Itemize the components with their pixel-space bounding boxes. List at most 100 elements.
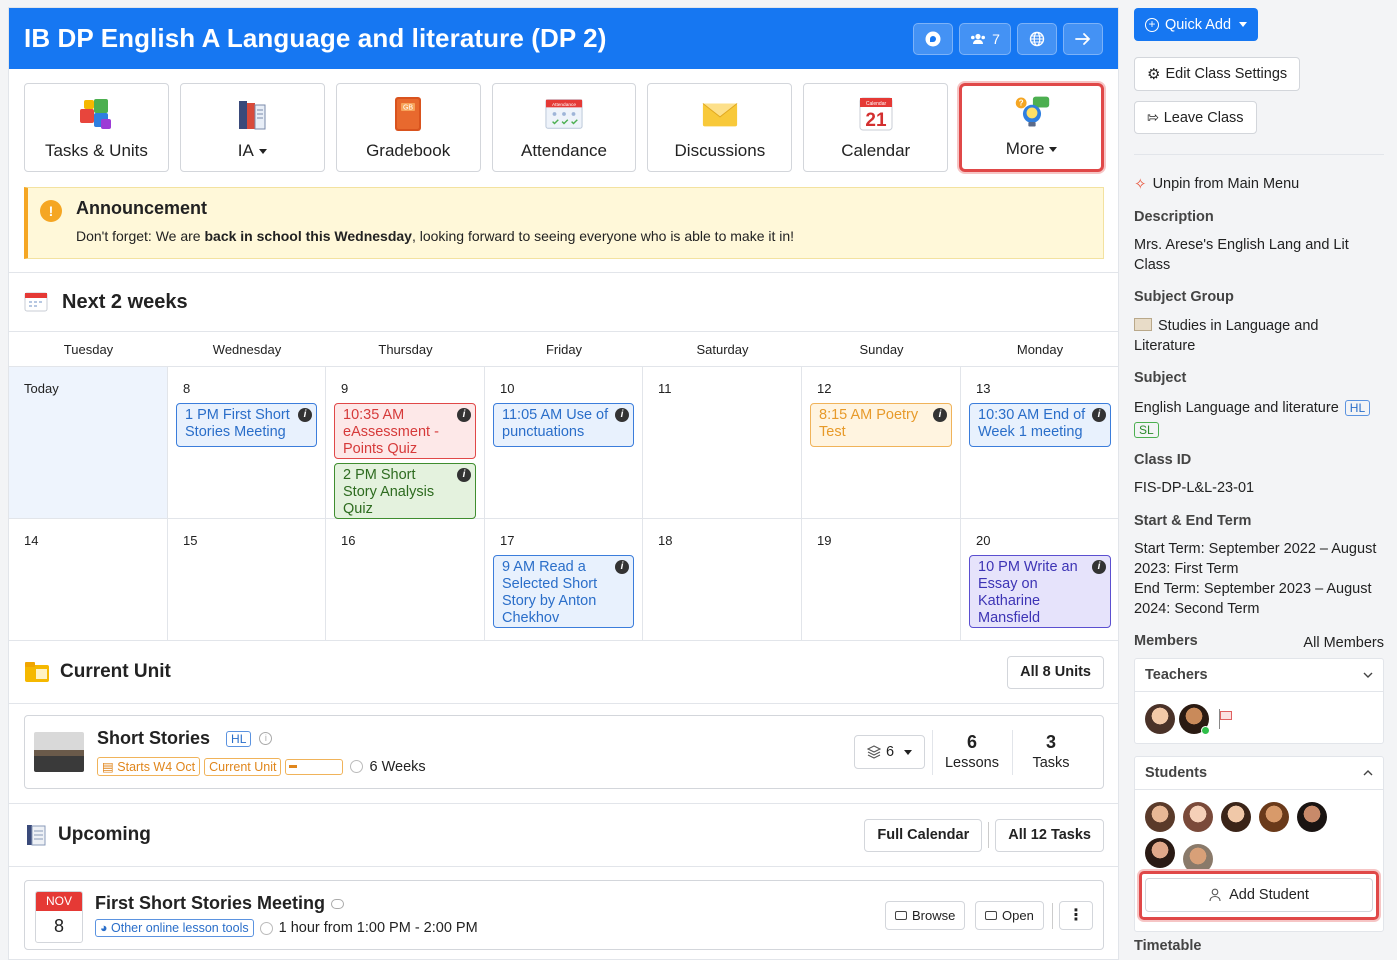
calendar-day-cell[interactable]: Today — [9, 367, 168, 519]
chat-button[interactable] — [913, 22, 953, 55]
subject-group-value: Studies in Language and Literature — [1134, 318, 1319, 354]
student-avatar[interactable] — [1183, 802, 1214, 832]
calendar-event[interactable]: 9 AM Read a Selected Short Story by Anto… — [493, 555, 634, 628]
tile-label: Calendar — [841, 141, 911, 160]
unit-name: Short Stories — [97, 728, 211, 748]
info-icon[interactable]: i — [1092, 560, 1106, 574]
calendar-small-icon — [24, 292, 48, 312]
calendar-event[interactable]: 10 PM Write an Essay on Katharine Mansfi… — [969, 555, 1111, 628]
globe-button[interactable] — [1017, 22, 1057, 55]
next-weeks-heading: Next 2 weeks — [9, 273, 1118, 331]
quick-add-button[interactable]: + Quick Add — [1134, 8, 1258, 41]
info-icon[interactable]: i — [298, 408, 312, 422]
upcoming-item-time: 1 hour from 1:00 PM - 2:00 PM — [278, 920, 478, 936]
upcoming-item[interactable]: NOV 8 First Short Stories Meeting ◕ Othe… — [24, 880, 1104, 950]
student-avatar[interactable] — [1145, 838, 1175, 868]
student-avatar[interactable] — [1183, 844, 1214, 874]
calendar-event[interactable]: 10:35 AM eAssessment - Points Quiz i — [334, 403, 476, 459]
class-id-value: FIS-DP-L&L-23-01 — [1134, 480, 1255, 496]
all-members-link[interactable]: All Members — [1303, 635, 1384, 651]
comment-icon — [331, 898, 345, 909]
upcoming-item-title: First Short Stories Meeting — [95, 893, 326, 913]
calendar-day-cell[interactable]: 14 — [9, 519, 168, 641]
attendance-badge: Attendance — [552, 102, 576, 108]
day-number: 17 — [500, 533, 515, 548]
calendar-day-cell[interactable]: 15 — [168, 519, 326, 641]
calendar-day-cell[interactable]: 20 10 PM Write an Essay on Katharine Mans… — [961, 519, 1118, 641]
event-label: 1 PM First Short Stories Meeting — [185, 407, 290, 440]
books-icon — [239, 101, 266, 130]
term-label: Start & End Term — [1134, 513, 1252, 529]
teacher-avatar[interactable] — [1179, 704, 1210, 735]
calendar-day-cell[interactable]: 16 — [326, 519, 485, 641]
calendar-day-cell[interactable]: 19 — [802, 519, 961, 641]
calendar-day-cell[interactable]: 17 9 AM Read a Selected Short Story by An… — [485, 519, 643, 641]
calendar-badge: Calendar — [866, 101, 887, 107]
open-button[interactable]: Open — [975, 901, 1044, 930]
students-toggle[interactable]: Students — [1135, 757, 1383, 790]
student-avatar[interactable] — [1145, 802, 1175, 832]
full-calendar-button[interactable]: Full Calendar — [864, 818, 983, 852]
calendar-day-cell[interactable]: 9 10:35 AM eAssessment - Points Quiz i 2 PM… — [326, 367, 485, 519]
calendar-day-cell[interactable]: 11 — [643, 367, 802, 519]
calendar-day-cell[interactable]: 13 10:30 AM End of Week 1 meeting i — [961, 367, 1118, 519]
calendar-day-cell[interactable]: 8 1 PM First Short Stories Meeting i — [168, 367, 326, 519]
event-label: 10:35 AM eAssessment - Points Quiz — [343, 407, 439, 457]
day-number: 8 — [183, 381, 191, 396]
unit-duration: 6 Weeks — [369, 758, 426, 775]
student-avatar[interactable] — [1221, 802, 1252, 832]
more-actions-button[interactable]: ⋮ — [1059, 901, 1093, 930]
calendar-day-cell[interactable]: 18 — [643, 519, 802, 641]
info-icon[interactable]: i — [615, 408, 629, 422]
day-header: Monday — [961, 332, 1118, 367]
layers-dropdown[interactable]: 6 — [854, 735, 926, 769]
flag-icon — [1219, 709, 1233, 729]
calendar-event[interactable]: 8:15 AM Poetry Test i — [810, 403, 952, 447]
chat-icon — [925, 31, 941, 46]
tile-calendar[interactable]: Calendar 21 Calendar — [803, 83, 949, 172]
info-icon[interactable]: i — [1092, 408, 1106, 422]
info-icon[interactable]: i — [615, 560, 629, 574]
chevron-up-icon — [1363, 770, 1373, 776]
tile-attendance[interactable]: Attendance Attendance — [491, 83, 637, 172]
calendar-event[interactable]: 2 PM Short Story Analysis Quiz i — [334, 463, 476, 519]
members-button[interactable]: 7 — [959, 22, 1011, 55]
tile-tasks-units[interactable]: Tasks & Units — [24, 83, 169, 172]
tile-ia[interactable]: IA — [179, 83, 325, 172]
calendar-icon: Calendar 21 — [859, 97, 893, 131]
announcement-title: Announcement — [76, 198, 208, 218]
members-count: 7 — [992, 30, 1000, 47]
lesson-tool-tag: ◕ Other online lesson tools — [95, 919, 254, 937]
tile-label: Gradebook — [366, 141, 451, 160]
tile-discussions[interactable]: Discussions — [647, 83, 793, 172]
unit-card[interactable]: Short Stories HL i ▤ Starts W4 Oct Curre… — [24, 715, 1104, 789]
all-units-button[interactable]: All 8 Units — [1007, 655, 1104, 689]
calendar-event[interactable]: 11:05 AM Use of punctuations i — [493, 403, 634, 447]
info-icon[interactable]: i — [457, 408, 471, 422]
leave-class-button[interactable]: ⇰ Leave Class — [1134, 101, 1257, 134]
pin-icon: ✧ — [1134, 176, 1147, 193]
calendar-event[interactable]: 10:30 AM End of Week 1 meeting i — [969, 403, 1111, 447]
calendar-day-cell[interactable]: 10 11:05 AM Use of punctuations i — [485, 367, 643, 519]
day-number: Today — [24, 381, 59, 396]
calendar-day-cell[interactable]: 12 8:15 AM Poetry Test i — [802, 367, 961, 519]
tile-more[interactable]: ? More — [959, 83, 1105, 172]
upcoming-heading: Upcoming Full Calendar All 12 Tasks — [9, 804, 1118, 866]
calendar-event[interactable]: 1 PM First Short Stories Meeting i — [176, 403, 317, 447]
info-icon[interactable]: i — [933, 408, 947, 422]
gradebook-icon: GB — [395, 97, 422, 131]
forward-button[interactable] — [1063, 22, 1103, 55]
class-sidebar: + Quick Add ⚙ Edit Class Settings ⇰ Leave … — [1134, 0, 1397, 960]
browse-button[interactable]: Browse — [885, 901, 966, 930]
all-tasks-button[interactable]: All 12 Tasks — [995, 818, 1104, 852]
student-avatar[interactable] — [1259, 802, 1290, 832]
student-avatar[interactable] — [1297, 802, 1328, 832]
add-student-button[interactable]: Add Student — [1145, 878, 1373, 912]
teachers-toggle[interactable]: Teachers — [1135, 659, 1383, 692]
edit-class-settings-button[interactable]: ⚙ Edit Class Settings — [1134, 57, 1301, 91]
day-header: Tuesday — [9, 332, 168, 367]
unpin-link[interactable]: ✧ Unpin from Main Menu — [1134, 175, 1299, 193]
info-icon[interactable]: i — [457, 468, 471, 482]
teacher-avatar[interactable] — [1145, 704, 1175, 734]
tile-gradebook[interactable]: GB Gradebook — [335, 83, 481, 172]
